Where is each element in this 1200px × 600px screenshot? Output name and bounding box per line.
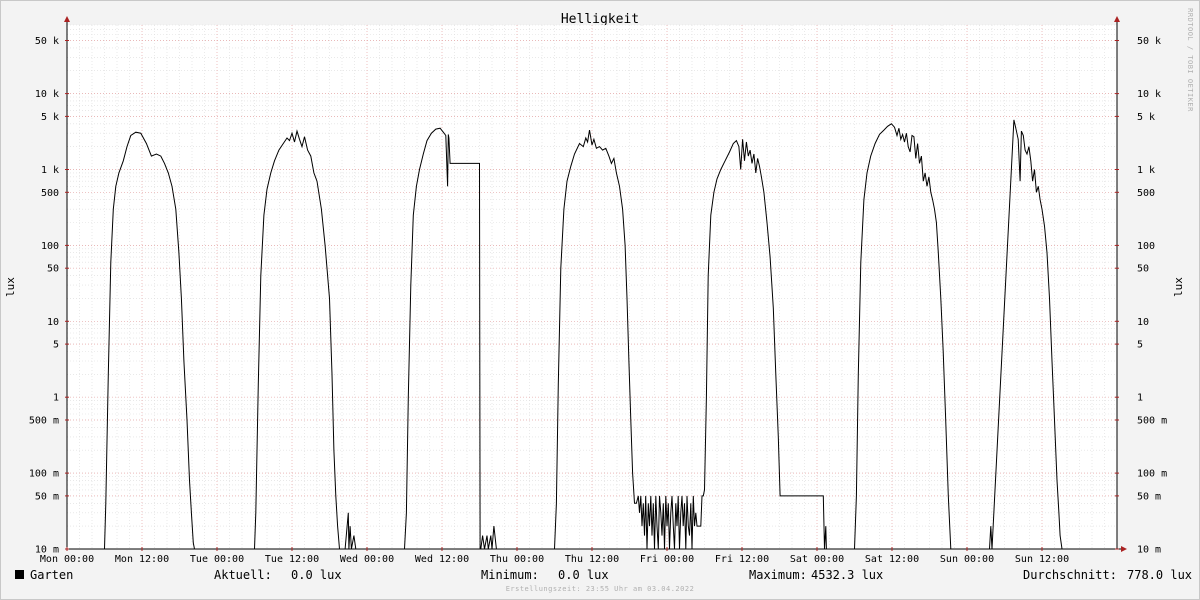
x-tick-label: Fri 00:00 [640,554,694,565]
y-tick-label-left: 10 k [35,89,59,100]
stat-max-label: Maximum: [749,568,807,582]
stat-max-value: 4532.3 lux [811,568,884,582]
y-axis-arrow-left [64,16,70,22]
y-tick-label-left: 500 [41,188,59,199]
x-tick-label: Sun 00:00 [940,554,994,565]
stat-min-value: 0.0 lux [558,568,609,582]
stat-current-value: 0.0 lux [291,568,342,582]
x-tick-label: Wed 12:00 [415,554,469,565]
stat-avg-label: Durchschnitt: [1023,568,1117,582]
y-tick-label-right: 100 m [1137,469,1167,480]
y-tick-label-left: 50 [47,264,59,275]
y-tick-label-right: 10 [1137,317,1149,328]
y-tick-label-right: 100 [1137,241,1155,252]
y-tick-label-left: 100 [41,241,59,252]
legend-swatch-garten [15,570,24,579]
legend-series-label: Garten [30,568,74,582]
stat-current-label: Aktuell: [214,568,272,582]
y-tick-label-right: 50 m [1137,491,1161,502]
y-tick-label-left: 50 m [35,491,59,502]
y-tick-label-right: 50 [1137,264,1149,275]
y-tick-label-left: 50 k [35,36,59,47]
chart-title: Helligkeit [561,12,639,27]
x-tick-label: Wed 00:00 [340,554,394,565]
rrdtool-watermark: RRDTOOL / TOBI OETIKER [1186,8,1194,112]
y-tick-label-left: 5 k [41,112,59,123]
y-tick-label-left: 10 [47,317,59,328]
y-tick-label-right: 50 k [1137,36,1161,47]
y-tick-label-right: 10 k [1137,89,1161,100]
x-tick-label: Tue 00:00 [190,554,244,565]
y-tick-label-right: 1 k [1137,165,1155,176]
y-tick-label-right: 500 m [1137,416,1167,427]
y-axis-label-left: lux [4,277,17,297]
x-tick-label: Mon 00:00 [40,554,94,565]
y-tick-label-right: 5 [1137,340,1143,351]
x-tick-label: Mon 12:00 [115,554,169,565]
y-tick-label-left: 1 [53,393,59,404]
y-tick-label-left: 100 m [29,469,59,480]
x-tick-label: Tue 12:00 [265,554,319,565]
y-axis-label-right: lux [1172,277,1185,297]
y-tick-label-left: 5 [53,340,59,351]
stat-min-label: Minimum: [481,568,539,582]
x-axis-arrow [1121,546,1127,552]
x-tick-label: Thu 00:00 [490,554,544,565]
chart: Helligkeit lux lux RRDTOOL / TOBI OETIKE… [4,8,1194,565]
y-tick-label-right: 5 k [1137,112,1155,123]
y-tick-label-left: 500 m [29,416,59,427]
x-tick-label: Thu 12:00 [565,554,619,565]
y-axis-arrow-right [1114,16,1120,22]
stat-avg-value: 778.0 lux [1127,568,1193,582]
y-tick-label-right: 500 [1137,188,1155,199]
x-tick-label: Fri 12:00 [715,554,769,565]
y-tick-label-right: 1 [1137,393,1143,404]
x-tick-label: Sun 12:00 [1015,554,1069,565]
x-tick-label: Sat 00:00 [790,554,844,565]
y-tick-label-right: 10 m [1137,545,1161,556]
creation-timestamp: Erstellungszeit: 23:55 Uhr am 03.04.2022 [505,585,695,593]
x-tick-label: Sat 12:00 [865,554,919,565]
y-tick-label-left: 1 k [41,165,59,176]
